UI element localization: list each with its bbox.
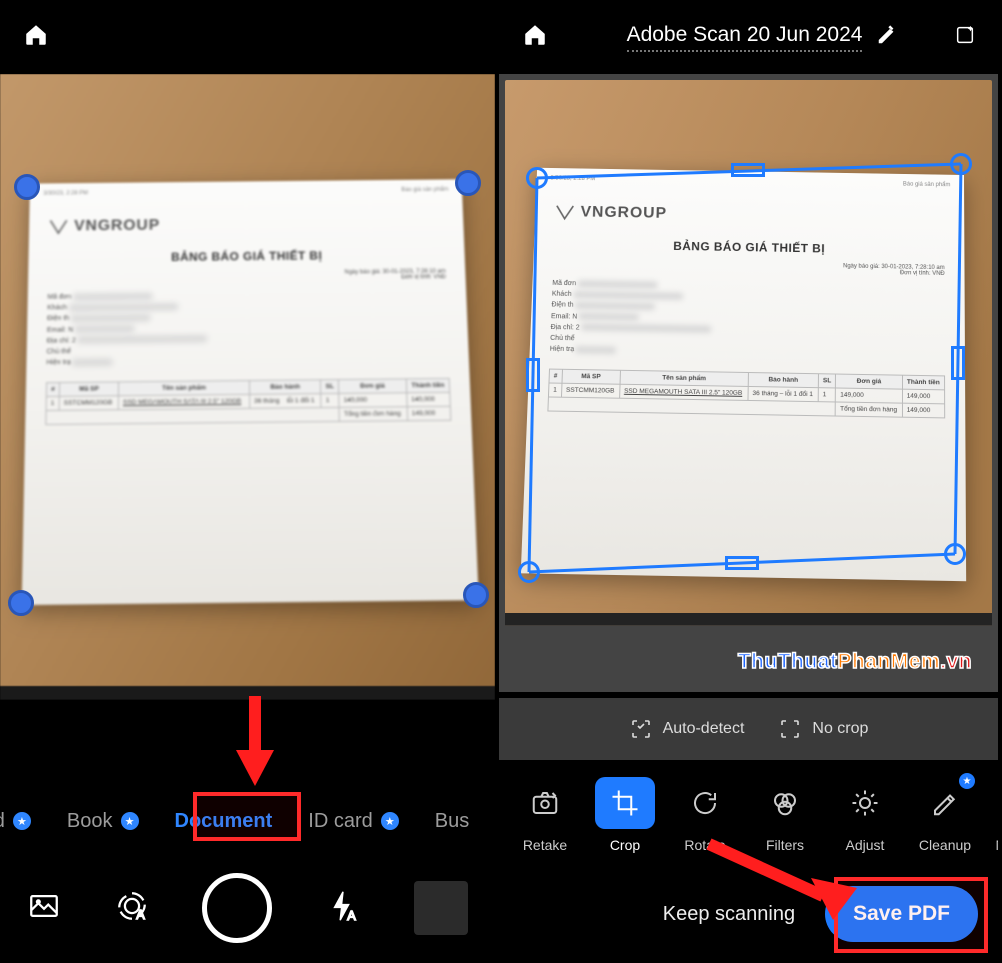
crop-handle-tr[interactable] [455,170,481,196]
home-icon[interactable] [521,22,549,53]
paper-table: #Mã SP Tên sản phẩmBảo hành SLĐơn giá Th… [45,378,451,425]
capture-screen: 3/30/23, 2:28 PM Báo giá sản phẩm VNGROU… [0,0,499,963]
company-name: VNGROUP [74,217,160,235]
highlight-save-pdf [834,877,988,953]
shutter-button[interactable] [202,873,272,943]
rename-icon[interactable] [876,24,898,51]
tool-filters[interactable]: Filters [745,777,825,853]
auto-detect-button[interactable]: Auto-detect [629,717,745,741]
scanned-paper: 3/30/23, 2:28 PM Báo giá sản phẩm VNGROU… [22,179,479,605]
crop-edge-right[interactable] [951,346,965,380]
right-topbar: Adobe Scan 20 Jun 2024 [499,0,998,74]
edit-screen: Adobe Scan 20 Jun 2024 3/30/23, 2:28 PM … [499,0,998,963]
paper-doc-type: Báo giá sản phẩm [401,187,448,193]
customer-block: Mã đơn Khách Điện th Email: N Địa chỉ: 2… [26,280,469,377]
no-crop-button[interactable]: No crop [778,717,868,741]
tool-adjust[interactable]: Adjust [825,777,905,853]
tool-markup[interactable]: Marku [985,777,998,853]
document-title[interactable]: Adobe Scan 20 Jun 2024 [627,23,863,52]
mode-book[interactable]: Book★ [67,810,139,833]
tool-retake[interactable]: Retake [505,777,585,853]
left-topbar [0,0,495,74]
gallery-icon[interactable] [27,889,61,928]
mode-idcard[interactable]: ID card★ [308,810,398,833]
capture-bar: A A [0,853,495,963]
recent-thumbnail[interactable] [414,881,468,935]
crop-edge-top[interactable] [731,163,765,177]
crop-edge-bottom[interactable] [725,556,759,570]
svg-text:A: A [348,908,357,923]
crop-handle-br[interactable] [463,582,489,608]
mode-whiteboard[interactable]: ard★ [0,810,31,833]
crop-handle-bl[interactable] [8,590,34,616]
crop-toolbar: Auto-detect No crop [499,698,998,760]
mode-business[interactable]: Bus [435,810,469,833]
crop-viewport: 3/30/23, 2:28 PM Báo giá sản phẩm VNGROU… [499,74,998,692]
crop-handle-tl[interactable] [14,174,40,200]
company-logo: VNGROUP [555,203,945,229]
crop-corner-bl[interactable] [518,561,540,583]
highlight-document [193,792,301,841]
customer-block: Mã đơn Khách Điện th Email: N Địa chỉ: 2… [529,270,965,370]
paper-table: #Mã SP Tên sản phẩmBảo hành SLĐơn giá Th… [547,369,945,419]
tool-cleanup[interactable]: ★ Cleanup [905,777,985,853]
auto-capture-icon[interactable]: A [115,889,149,928]
crop-corner-tr[interactable] [950,153,972,175]
scanned-paper: 3/30/23, 2:28 PM Báo giá sản phẩm VNGROU… [521,168,966,581]
enhance-icon[interactable] [954,24,976,51]
edit-tools: Retake Crop Rotate Filters Adjust ★ Clea… [499,764,998,866]
svg-text:A: A [136,906,145,921]
company-logo: VNGROUP [49,213,445,236]
crop-corner-br[interactable] [944,543,966,565]
camera-viewport: 3/30/23, 2:28 PM Báo giá sản phẩm VNGROU… [0,74,495,754]
tool-crop[interactable]: Crop [585,777,665,853]
paper-heading: BẢNG BÁO GIÁ THIẾT BỊ [28,247,465,265]
tool-rotate[interactable]: Rotate [665,777,745,853]
home-icon[interactable] [22,22,50,53]
crop-corner-tl[interactable] [526,167,548,189]
watermark: ThuThuatPhanMem.vn [738,650,972,674]
paper-timestamp: 3/30/23, 2:28 PM [43,191,88,197]
crop-edge-left[interactable] [526,358,540,392]
flash-icon[interactable]: A [326,889,360,928]
keep-scanning-button[interactable]: Keep scanning [663,903,795,926]
